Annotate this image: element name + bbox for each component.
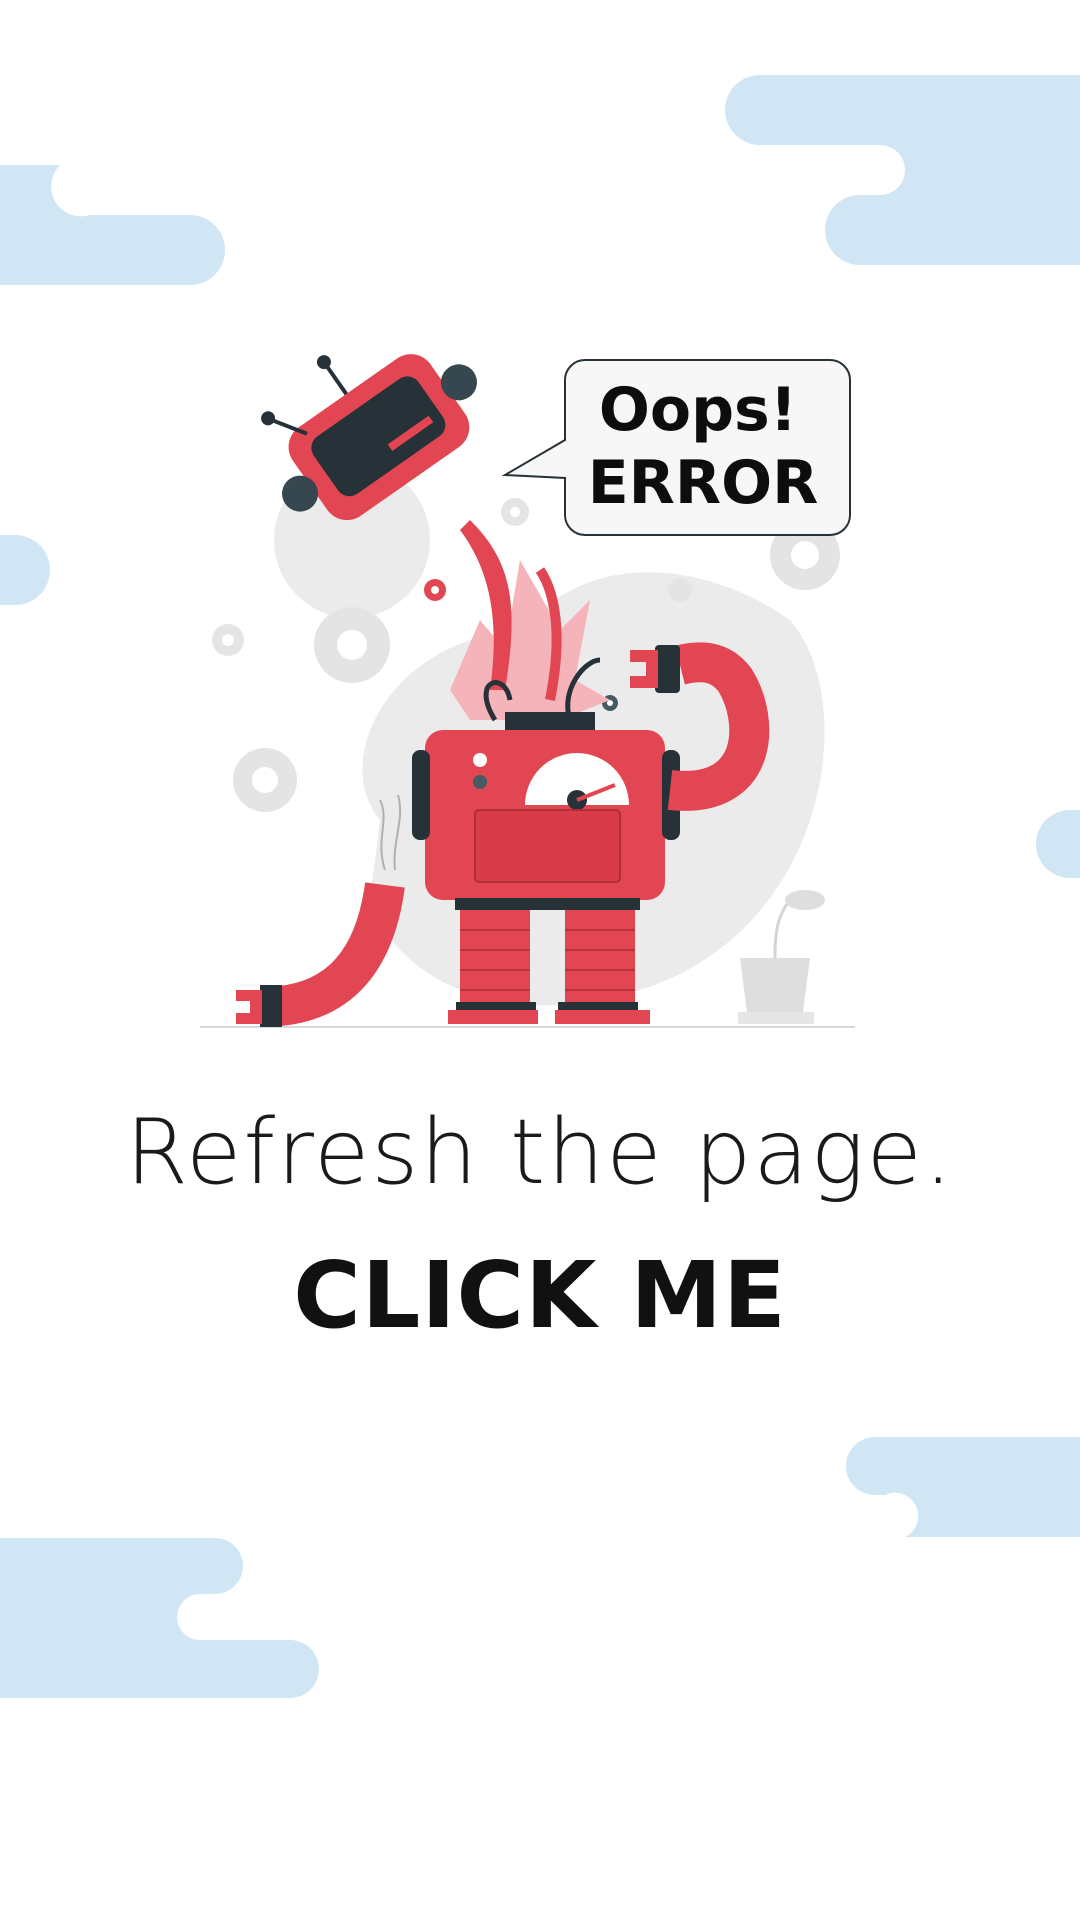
cloud-bottom-right bbox=[846, 1437, 1080, 1537]
error-page: Oops! ERROR Refresh the page. CLICK ME bbox=[0, 0, 1080, 1920]
cloud-top-left bbox=[0, 165, 225, 285]
bubble-text-oops: Oops! bbox=[599, 375, 797, 445]
cloud-right-small bbox=[1036, 810, 1080, 878]
refresh-message: Refresh the page. bbox=[125, 1100, 955, 1205]
cloud-left-small bbox=[0, 535, 50, 605]
click-me-link[interactable]: CLICK ME bbox=[0, 1250, 1080, 1342]
bubble-text-error: ERROR bbox=[588, 448, 819, 518]
background-art: Oops! ERROR bbox=[0, 75, 1080, 1698]
speech-bubble: Oops! ERROR bbox=[501, 359, 851, 536]
cloud-top-right bbox=[725, 75, 1080, 265]
cloud-bottom-left bbox=[0, 1538, 319, 1698]
